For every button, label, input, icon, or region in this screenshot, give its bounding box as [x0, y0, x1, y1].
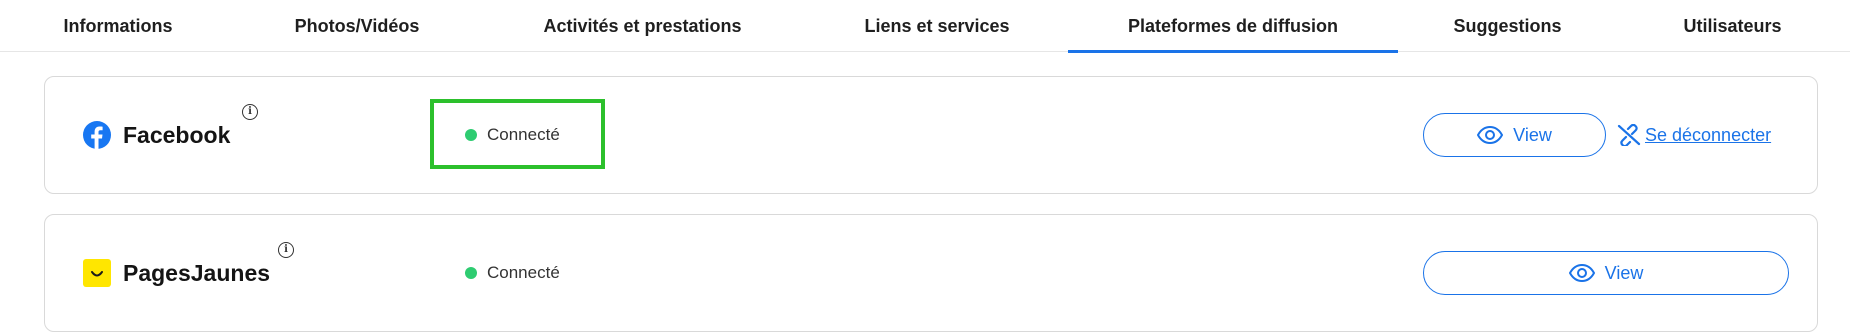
tab-liens-services[interactable]: Liens et services [862, 0, 1012, 52]
view-button[interactable]: View [1423, 251, 1789, 295]
eye-icon [1477, 126, 1504, 144]
status-dot-icon [465, 267, 477, 279]
platform-header: Facebook [83, 77, 230, 193]
disconnect-label: Se déconnecter [1645, 124, 1772, 145]
info-icon[interactable]: i [242, 104, 258, 120]
platform-name: PagesJaunes [123, 259, 271, 286]
view-button-label: View [1604, 262, 1644, 283]
platform-card-facebook: Facebook i Connecté View Se déconnecter [44, 76, 1818, 194]
view-button[interactable]: View [1423, 113, 1606, 157]
tab-informations[interactable]: Informations [58, 0, 178, 52]
eye-icon [1568, 264, 1595, 282]
disconnect-link[interactable]: Se déconnecter [1617, 77, 1771, 193]
highlight-box [430, 99, 605, 169]
tab-utilisateurs[interactable]: Utilisateurs [1680, 0, 1785, 52]
status-text: Connecté [487, 263, 560, 282]
tab-suggestions[interactable]: Suggestions [1450, 0, 1565, 52]
info-icon[interactable]: i [278, 242, 294, 258]
platform-card-pagesjaunes: PagesJaunes i Connecté View [44, 214, 1818, 332]
platform-name: Facebook [123, 121, 231, 148]
tab-activites-prestations[interactable]: Activités et prestations [540, 0, 745, 52]
pagesjaunes-logo-icon [83, 259, 111, 287]
facebook-logo-icon [83, 121, 111, 149]
view-button-label: View [1513, 124, 1552, 145]
tab-bar: Informations Photos/Vidéos Activités et … [0, 0, 1850, 53]
unlink-icon [1617, 124, 1641, 146]
connection-status: Connecté [465, 215, 560, 331]
tab-photos-videos[interactable]: Photos/Vidéos [292, 0, 422, 52]
platform-header: PagesJaunes [83, 215, 270, 331]
tab-plateformes-diffusion[interactable]: Plateformes de diffusion [1068, 0, 1398, 53]
